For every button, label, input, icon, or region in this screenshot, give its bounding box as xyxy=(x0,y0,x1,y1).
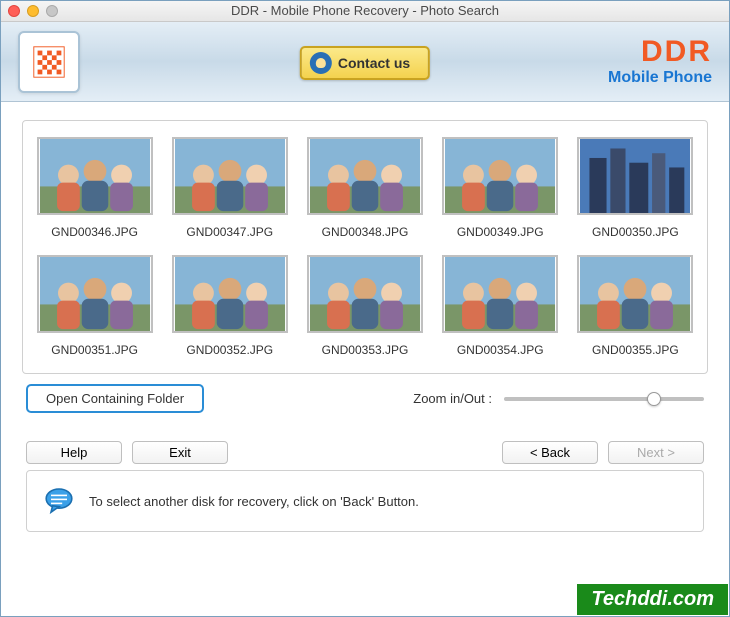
photo-thumbnail[interactable] xyxy=(577,137,693,215)
photo-thumbnail[interactable] xyxy=(172,255,288,333)
photo-item[interactable]: GND00346.JPG xyxy=(33,137,156,247)
minimize-icon[interactable] xyxy=(27,5,39,17)
photo-filename: GND00355.JPG xyxy=(574,343,697,357)
photo-item[interactable]: GND00352.JPG xyxy=(168,255,291,365)
photo-filename: GND00352.JPG xyxy=(168,343,291,357)
app-logo xyxy=(18,31,80,93)
back-button[interactable]: < Back xyxy=(502,441,598,464)
contact-us-button[interactable]: Contact us xyxy=(300,46,430,80)
photo-item[interactable]: GND00354.JPG xyxy=(439,255,562,365)
photo-item[interactable]: GND00347.JPG xyxy=(168,137,291,247)
zoom-slider[interactable] xyxy=(504,397,704,401)
photo-filename: GND00354.JPG xyxy=(439,343,562,357)
zoom-label: Zoom in/Out : xyxy=(413,391,492,406)
content-area: GND00346.JPG GND00347.JPG GND00348.JPG GND0… xyxy=(0,102,730,532)
photo-item[interactable]: GND00349.JPG xyxy=(439,137,562,247)
photo-filename: GND00346.JPG xyxy=(33,225,156,239)
window-title: DDR - Mobile Phone Recovery - Photo Sear… xyxy=(0,3,730,18)
help-button[interactable]: Help xyxy=(26,441,122,464)
photo-thumbnail[interactable] xyxy=(172,137,288,215)
photo-item[interactable]: GND00353.JPG xyxy=(303,255,426,365)
photo-thumbnail[interactable] xyxy=(307,255,423,333)
exit-button[interactable]: Exit xyxy=(132,441,228,464)
zoom-control: Zoom in/Out : xyxy=(413,391,704,406)
brand-block: DDR Mobile Phone xyxy=(608,37,712,87)
photo-item[interactable]: GND00350.JPG xyxy=(574,137,697,247)
nav-row: Help Exit < Back Next > xyxy=(22,441,708,464)
photo-thumbnail[interactable] xyxy=(442,255,558,333)
photo-filename: GND00349.JPG xyxy=(439,225,562,239)
photo-thumbnail[interactable] xyxy=(37,137,153,215)
photo-filename: GND00353.JPG xyxy=(303,343,426,357)
info-box: To select another disk for recovery, cli… xyxy=(26,470,704,532)
photo-filename: GND00347.JPG xyxy=(168,225,291,239)
photo-thumbnail[interactable] xyxy=(37,255,153,333)
close-icon[interactable] xyxy=(8,5,20,17)
open-containing-folder-button[interactable]: Open Containing Folder xyxy=(26,384,204,413)
app-header: Contact us DDR Mobile Phone xyxy=(0,22,730,102)
contact-label: Contact us xyxy=(338,55,410,71)
titlebar: DDR - Mobile Phone Recovery - Photo Sear… xyxy=(0,0,730,22)
photo-item[interactable]: GND00351.JPG xyxy=(33,255,156,365)
toolbar-row: Open Containing Folder Zoom in/Out : xyxy=(22,384,708,413)
photo-panel: GND00346.JPG GND00347.JPG GND00348.JPG GND0… xyxy=(22,120,708,374)
photo-filename: GND00348.JPG xyxy=(303,225,426,239)
person-icon xyxy=(310,52,332,74)
photo-item[interactable]: GND00355.JPG xyxy=(574,255,697,365)
window-controls xyxy=(8,5,58,17)
photo-filename: GND00350.JPG xyxy=(574,225,697,239)
photo-thumbnail[interactable] xyxy=(577,255,693,333)
info-text: To select another disk for recovery, cli… xyxy=(89,494,419,509)
speech-bubble-icon xyxy=(43,485,75,517)
brand-name: DDR xyxy=(608,37,712,67)
photo-item[interactable]: GND00348.JPG xyxy=(303,137,426,247)
next-button: Next > xyxy=(608,441,704,464)
photo-thumbnail[interactable] xyxy=(307,137,423,215)
photo-grid: GND00346.JPG GND00347.JPG GND00348.JPG GND0… xyxy=(33,137,697,365)
zoom-slider-thumb[interactable] xyxy=(647,392,661,406)
brand-subtitle: Mobile Phone xyxy=(608,69,712,87)
photo-filename: GND00351.JPG xyxy=(33,343,156,357)
photo-thumbnail[interactable] xyxy=(442,137,558,215)
watermark: Techddi.com xyxy=(577,584,728,615)
maximize-icon xyxy=(46,5,58,17)
